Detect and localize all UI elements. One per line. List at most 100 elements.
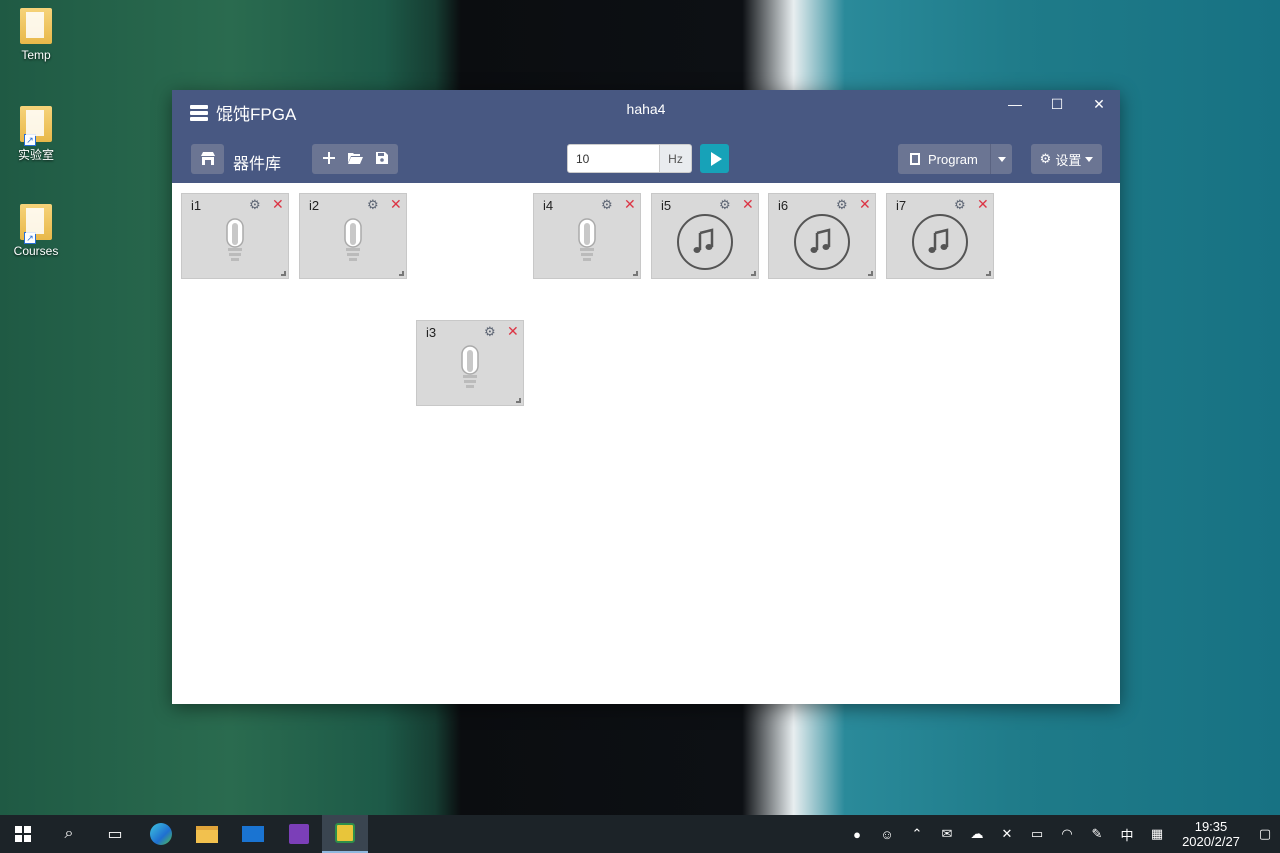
component-name: i2 (309, 198, 320, 213)
resize-handle[interactable] (281, 271, 286, 276)
resize-handle[interactable] (868, 271, 873, 276)
taskbar-edge[interactable] (138, 815, 184, 853)
component-name: i4 (543, 198, 554, 213)
folder-open-icon (347, 152, 363, 164)
search-icon: ⌕ (64, 825, 74, 842)
music-note-icon (652, 214, 758, 270)
pen-icon[interactable]: ✎ (1082, 826, 1112, 842)
save-icon (375, 151, 388, 164)
taskbar-file-explorer[interactable] (184, 815, 230, 853)
open-button[interactable] (347, 152, 363, 167)
people-icon[interactable]: ☺ (872, 827, 902, 842)
desktop-icon-label: 实验室 (17, 148, 54, 162)
design-canvas[interactable]: i1 ⚙ ✕ i2 ⚙ ✕ i3 ⚙ ✕ i4 ⚙ ✕ i5 ⚙ ✕ i6 ⚙ … (172, 183, 1120, 704)
run-button[interactable] (700, 144, 729, 173)
component-name: i5 (661, 198, 672, 213)
component-delete-button[interactable]: ✕ (272, 197, 284, 211)
shortcut-arrow-icon: ↗ (24, 134, 36, 146)
component-card[interactable]: i3 ⚙ ✕ (416, 320, 524, 406)
settings-dropdown[interactable]: ⚙ 设置 (1031, 144, 1102, 174)
component-settings-button[interactable]: ⚙ (601, 198, 615, 212)
taskbar-mail[interactable] (230, 815, 276, 853)
component-card[interactable]: i1 ⚙ ✕ (181, 193, 289, 279)
component-card[interactable]: i7 ⚙ ✕ (886, 193, 994, 279)
chip-icon (910, 153, 920, 165)
taskbar-onenote[interactable] (276, 815, 322, 853)
show-hidden-icons-button[interactable]: ⌃ (902, 826, 932, 842)
battery-icon[interactable]: ▭ (1022, 826, 1052, 842)
component-card[interactable]: i5 ⚙ ✕ (651, 193, 759, 279)
folder-icon: ↗ (20, 106, 52, 146)
component-delete-button[interactable]: ✕ (390, 197, 402, 211)
resize-handle[interactable] (516, 398, 521, 403)
file-explorer-icon (196, 825, 218, 843)
component-delete-button[interactable]: ✕ (742, 197, 754, 211)
minimize-button[interactable]: — (994, 90, 1036, 118)
tray-app-icon[interactable]: ● (842, 827, 872, 842)
component-delete-button[interactable]: ✕ (624, 197, 636, 211)
resize-handle[interactable] (399, 271, 404, 276)
music-note-icon (769, 214, 875, 270)
program-dropdown-toggle[interactable] (990, 144, 1012, 174)
notifications-icon[interactable]: ▢ (1250, 826, 1280, 842)
task-view-icon: ▭ (107, 826, 123, 843)
clock[interactable]: 19:35 2020/2/27 (1172, 819, 1250, 849)
music-note-icon (887, 214, 993, 270)
input-method-indicator[interactable]: 中 (1112, 825, 1142, 844)
start-button[interactable] (0, 815, 46, 853)
system-tray: ● ☺ ⌃ ✉ ☁ ✕ ▭ ◠ ✎ 中 ▦ 19:35 2020/2/27 ▢ (842, 815, 1280, 853)
component-card[interactable]: i6 ⚙ ✕ (768, 193, 876, 279)
component-settings-button[interactable]: ⚙ (367, 198, 381, 212)
resize-handle[interactable] (751, 271, 756, 276)
lightbulb-icon (182, 214, 288, 270)
lightbulb-icon (534, 214, 640, 270)
desktop-icon-label: Temp (21, 48, 51, 62)
desktop-icon-temp[interactable]: Temp (8, 8, 64, 62)
resize-handle[interactable] (633, 271, 638, 276)
component-name: i6 (778, 198, 789, 213)
clock-time: 19:35 (1194, 819, 1228, 834)
library-label: 器件库 (233, 156, 282, 173)
component-delete-button[interactable]: ✕ (977, 197, 989, 211)
component-card[interactable]: i2 ⚙ ✕ (299, 193, 407, 279)
component-name: i7 (896, 198, 907, 213)
search-button[interactable]: ⌕ (46, 815, 92, 853)
wifi-icon[interactable]: ◠ (1052, 826, 1082, 842)
component-name: i3 (426, 325, 437, 340)
component-delete-button[interactable]: ✕ (859, 197, 871, 211)
component-settings-button[interactable]: ⚙ (719, 198, 733, 212)
library-button[interactable] (191, 144, 224, 174)
component-settings-button[interactable]: ⚙ (954, 198, 968, 212)
frequency-input[interactable] (567, 144, 660, 173)
component-delete-button[interactable]: ✕ (507, 324, 519, 338)
task-view-button[interactable]: ▭ (92, 815, 138, 853)
onenote-icon (289, 824, 309, 844)
windows-logo-icon (15, 826, 31, 842)
component-settings-button[interactable]: ⚙ (836, 198, 850, 212)
chevron-down-icon (997, 156, 1006, 162)
component-settings-button[interactable]: ⚙ (249, 198, 263, 212)
frequency-unit: Hz (660, 144, 692, 173)
resize-handle[interactable] (986, 271, 991, 276)
onedrive-icon[interactable]: ☁ (962, 826, 992, 842)
document-title: haha4 (626, 101, 666, 117)
settings-label: 设置 (1055, 152, 1082, 168)
close-window-button[interactable]: ✕ (1078, 90, 1120, 118)
program-dropdown[interactable]: Program (898, 144, 1012, 174)
fpga-app-icon (335, 823, 355, 843)
save-button[interactable] (375, 151, 388, 167)
edge-browser-icon (150, 823, 172, 845)
desktop-icon-lab[interactable]: ↗ 实验室 (8, 106, 64, 163)
desktop-icon-courses[interactable]: ↗ Courses (8, 204, 64, 258)
clock-date: 2020/2/27 (1182, 834, 1240, 849)
ime-mode-icon[interactable]: ▦ (1142, 826, 1172, 842)
title-bar: 馄饨FPGA haha4 — ☐ ✕ 器件库 Hz Program ⚙ (172, 90, 1120, 183)
shortcut-arrow-icon: ↗ (24, 232, 36, 244)
wechat-icon[interactable]: ✉ (932, 826, 962, 842)
add-button[interactable] (322, 151, 335, 167)
volume-muted-icon[interactable]: ✕ (992, 826, 1022, 842)
component-settings-button[interactable]: ⚙ (484, 325, 498, 339)
component-card[interactable]: i4 ⚙ ✕ (533, 193, 641, 279)
taskbar-fpga-app[interactable] (322, 815, 368, 853)
maximize-button[interactable]: ☐ (1036, 90, 1078, 118)
